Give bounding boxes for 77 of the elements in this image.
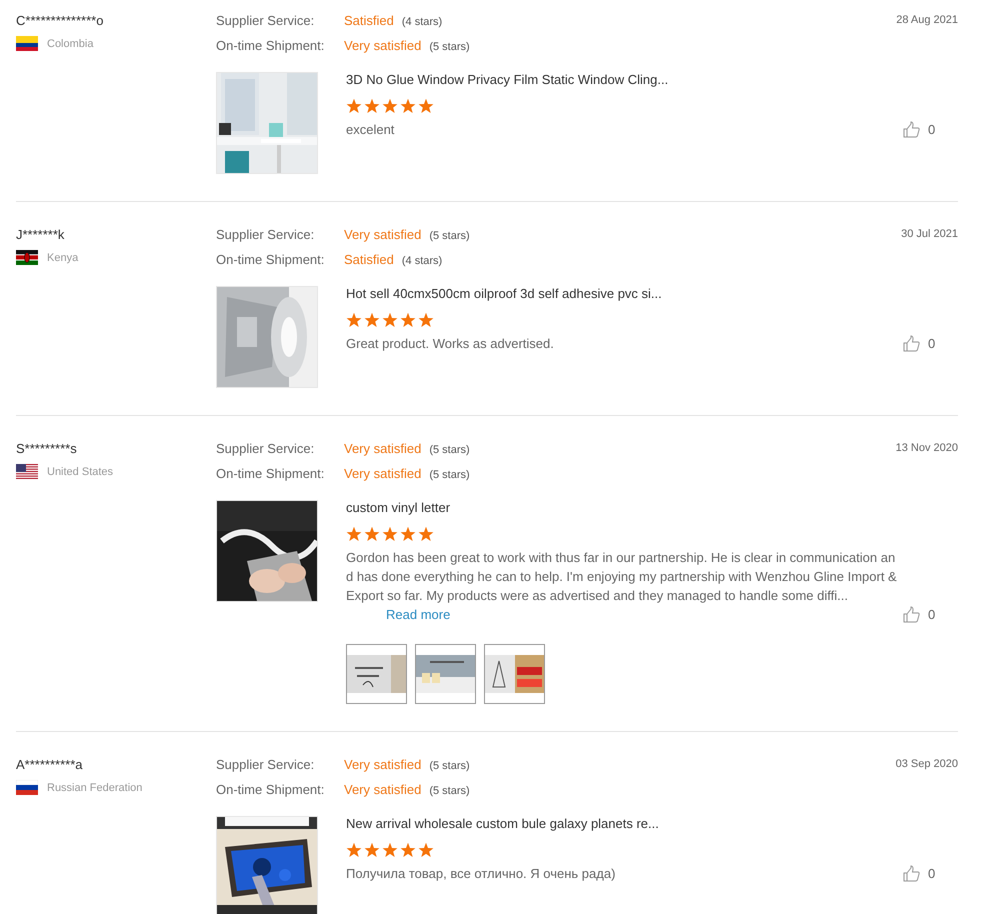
review-text: Gordon has been great to work with thus far in our partnership. He is clear in communication and has done everything he can to help. I'm enjoying my partnership with Wenzhou Gline Import & Export so far. My products were as advertised and they managed to handle some diffi... Read more (346, 549, 898, 624)
country-name: Colombia (47, 38, 94, 50)
like-count: 0 (928, 122, 936, 137)
star-icon (382, 526, 398, 542)
flag-icon (16, 36, 38, 51)
star-icon (418, 312, 434, 328)
star-icon (346, 98, 362, 114)
thumbs-up-icon[interactable] (903, 606, 920, 623)
like-count: 0 (928, 336, 936, 351)
star-icon (346, 842, 362, 858)
thumbs-up-icon[interactable] (903, 121, 920, 138)
rating-label: Supplier Service: (216, 12, 316, 30)
rating-value: Very satisfied (344, 226, 422, 244)
review-text: Получила товар, все отлично. Я очень рада) (346, 865, 616, 883)
product-title[interactable]: 3D No Glue Window Privacy Film Static Window Cling... (346, 72, 901, 88)
star-icon (346, 312, 362, 328)
rating-label: On-time Shipment: (216, 251, 326, 269)
star-icon (364, 312, 380, 328)
country-name: United States (47, 466, 114, 478)
star-icon (382, 842, 398, 858)
review-date: 03 Sep 2020 (896, 757, 958, 772)
star-icon (418, 842, 434, 858)
rating-value: Very satisfied (344, 465, 422, 483)
review-text: Great product. Works as advertised. (346, 335, 555, 353)
buyer-name: A**********a (16, 756, 84, 773)
product-title[interactable]: custom vinyl letter (346, 500, 901, 516)
product-title[interactable]: New arrival wholesale custom bule galaxy planets re... (346, 816, 901, 832)
country-name: Kenya (47, 252, 78, 264)
rating-value: Very satisfied (344, 440, 422, 458)
buyer-name: J*******k (16, 226, 66, 243)
rating-value: Satisfied (344, 251, 394, 269)
read-more-link[interactable]: Read more (386, 607, 450, 622)
rating-value: Satisfied (344, 12, 394, 30)
rating-stars-text: (5 stars) (429, 229, 470, 244)
star-icon (382, 312, 398, 328)
rating-value: Very satisfied (344, 756, 422, 774)
review-date: 30 Jul 2021 (901, 227, 958, 242)
rating-label: On-time Shipment: (216, 37, 326, 55)
star-icon (346, 526, 362, 542)
rating-label: Supplier Service: (216, 756, 316, 774)
rating-stars-text: (4 stars) (402, 254, 442, 269)
star-icon (364, 526, 380, 542)
rating-label: Supplier Service: (216, 440, 316, 458)
star-icon (418, 526, 434, 542)
rating-label: Supplier Service: (216, 226, 316, 244)
buyer-name: C**************o (16, 12, 104, 29)
star-icon (364, 842, 380, 858)
thumbs-up-icon[interactable] (903, 865, 920, 882)
flag-icon (16, 464, 38, 479)
star-icon (382, 98, 398, 114)
rating-label: On-time Shipment: (216, 465, 326, 483)
rating-stars-text: (5 stars) (429, 443, 470, 458)
rating-stars-text: (5 stars) (429, 40, 470, 55)
review-date: 13 Nov 2020 (896, 441, 958, 456)
star-icon (364, 98, 380, 114)
rating-value: Very satisfied (344, 781, 422, 799)
flag-icon (16, 250, 38, 265)
rating-stars-text: (5 stars) (429, 759, 470, 774)
rating-stars-text: (5 stars) (429, 468, 470, 483)
flag-icon (16, 780, 38, 795)
rating-stars-text: (4 stars) (402, 15, 442, 30)
star-icon (400, 526, 416, 542)
star-icon (400, 312, 416, 328)
thumbs-up-icon[interactable] (903, 335, 920, 352)
like-count: 0 (928, 607, 936, 622)
product-title[interactable]: Hot sell 40cmx500cm oilproof 3d self adhesive pvc si... (346, 286, 901, 302)
rating-stars-text: (5 stars) (429, 784, 470, 799)
star-icon (418, 98, 434, 114)
rating-value: Very satisfied (344, 37, 422, 55)
country-name: Russian Federation (47, 782, 142, 794)
star-icon (400, 842, 416, 858)
review-text: excelent (346, 121, 396, 139)
star-icon (400, 98, 416, 114)
like-count: 0 (928, 866, 936, 881)
buyer-name: S*********s (16, 440, 78, 457)
review-date: 28 Aug 2021 (896, 13, 958, 28)
rating-label: On-time Shipment: (216, 781, 326, 799)
